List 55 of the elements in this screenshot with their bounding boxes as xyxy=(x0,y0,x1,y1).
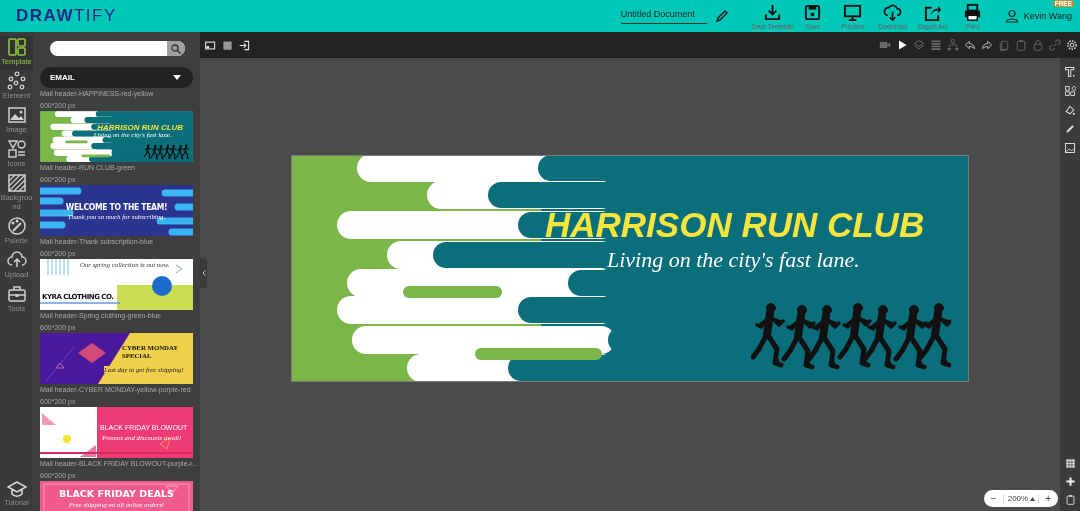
window-icon[interactable] xyxy=(205,39,216,51)
hatch-pattern-icon xyxy=(6,173,27,193)
chevron-left-icon xyxy=(201,270,206,276)
hierarchy-icon[interactable] xyxy=(947,39,959,51)
clipboard-icon[interactable] xyxy=(1015,39,1027,51)
play-icon[interactable] xyxy=(896,39,908,51)
shapes-icon xyxy=(6,139,27,159)
printer-icon xyxy=(963,2,983,22)
dots-icon xyxy=(6,71,27,91)
settings-icon[interactable] xyxy=(1066,39,1078,51)
tray-download-icon xyxy=(763,2,783,22)
pencil-icon[interactable] xyxy=(714,9,729,23)
user-name[interactable]: Kevin Wang xyxy=(1023,11,1072,21)
link-icon[interactable] xyxy=(1049,39,1061,51)
thumbnail-title: BLACK FRIDAY DEALS xyxy=(58,488,175,499)
list-icon[interactable] xyxy=(930,39,942,51)
banner-subtitle: Living on the city's fast lane. xyxy=(607,247,860,273)
banner-title: HARRISON RUN CLUB xyxy=(545,205,925,245)
panel-collapse-button[interactable] xyxy=(200,258,207,288)
toolbox-icon xyxy=(6,284,27,304)
plus-icon[interactable] xyxy=(1064,476,1076,487)
layers-icon[interactable] xyxy=(913,39,925,51)
search-icon xyxy=(171,43,181,54)
image-icon[interactable] xyxy=(1064,142,1076,154)
user-icon[interactable] xyxy=(1004,9,1019,23)
cloud-upload-icon xyxy=(6,250,27,270)
logo: DRAWTIFY xyxy=(16,6,117,26)
category-dropdown[interactable]: EMAIL xyxy=(40,67,193,88)
redo-icon[interactable] xyxy=(981,39,993,51)
zoom-out-button[interactable]: − xyxy=(988,493,999,504)
zoom-in-button[interactable]: + xyxy=(1043,493,1053,504)
layout-icon xyxy=(6,37,27,57)
monitor-icon xyxy=(843,2,863,22)
zoom-level[interactable]: 200% xyxy=(1007,494,1029,503)
text-tool-icon[interactable] xyxy=(1064,66,1076,78)
square-icon[interactable] xyxy=(222,39,233,51)
pen-icon[interactable] xyxy=(1064,123,1076,135)
video-camera-icon[interactable] xyxy=(879,39,891,51)
grid-icon[interactable] xyxy=(1064,458,1076,469)
thumbnail-title: WELCOME TO THE TEAM! xyxy=(64,202,169,212)
search-button[interactable] xyxy=(167,41,185,56)
paint-fill-icon[interactable] xyxy=(1064,104,1076,116)
clipboard-icon[interactable] xyxy=(1064,494,1076,505)
shapes-icon[interactable] xyxy=(1064,85,1076,97)
sign-in-icon[interactable] xyxy=(239,39,250,51)
copy-icon[interactable] xyxy=(998,39,1010,51)
caret-up-icon[interactable] xyxy=(1030,496,1036,501)
palette-icon xyxy=(6,216,27,236)
search-field[interactable] xyxy=(50,41,185,56)
document-title[interactable]: Untitled Document xyxy=(620,8,707,24)
caret-down-icon xyxy=(173,75,181,80)
picture-icon xyxy=(6,105,27,125)
undo-icon[interactable] xyxy=(964,39,976,51)
cloud-download-icon xyxy=(883,2,903,22)
graduation-cap-icon xyxy=(6,480,27,498)
